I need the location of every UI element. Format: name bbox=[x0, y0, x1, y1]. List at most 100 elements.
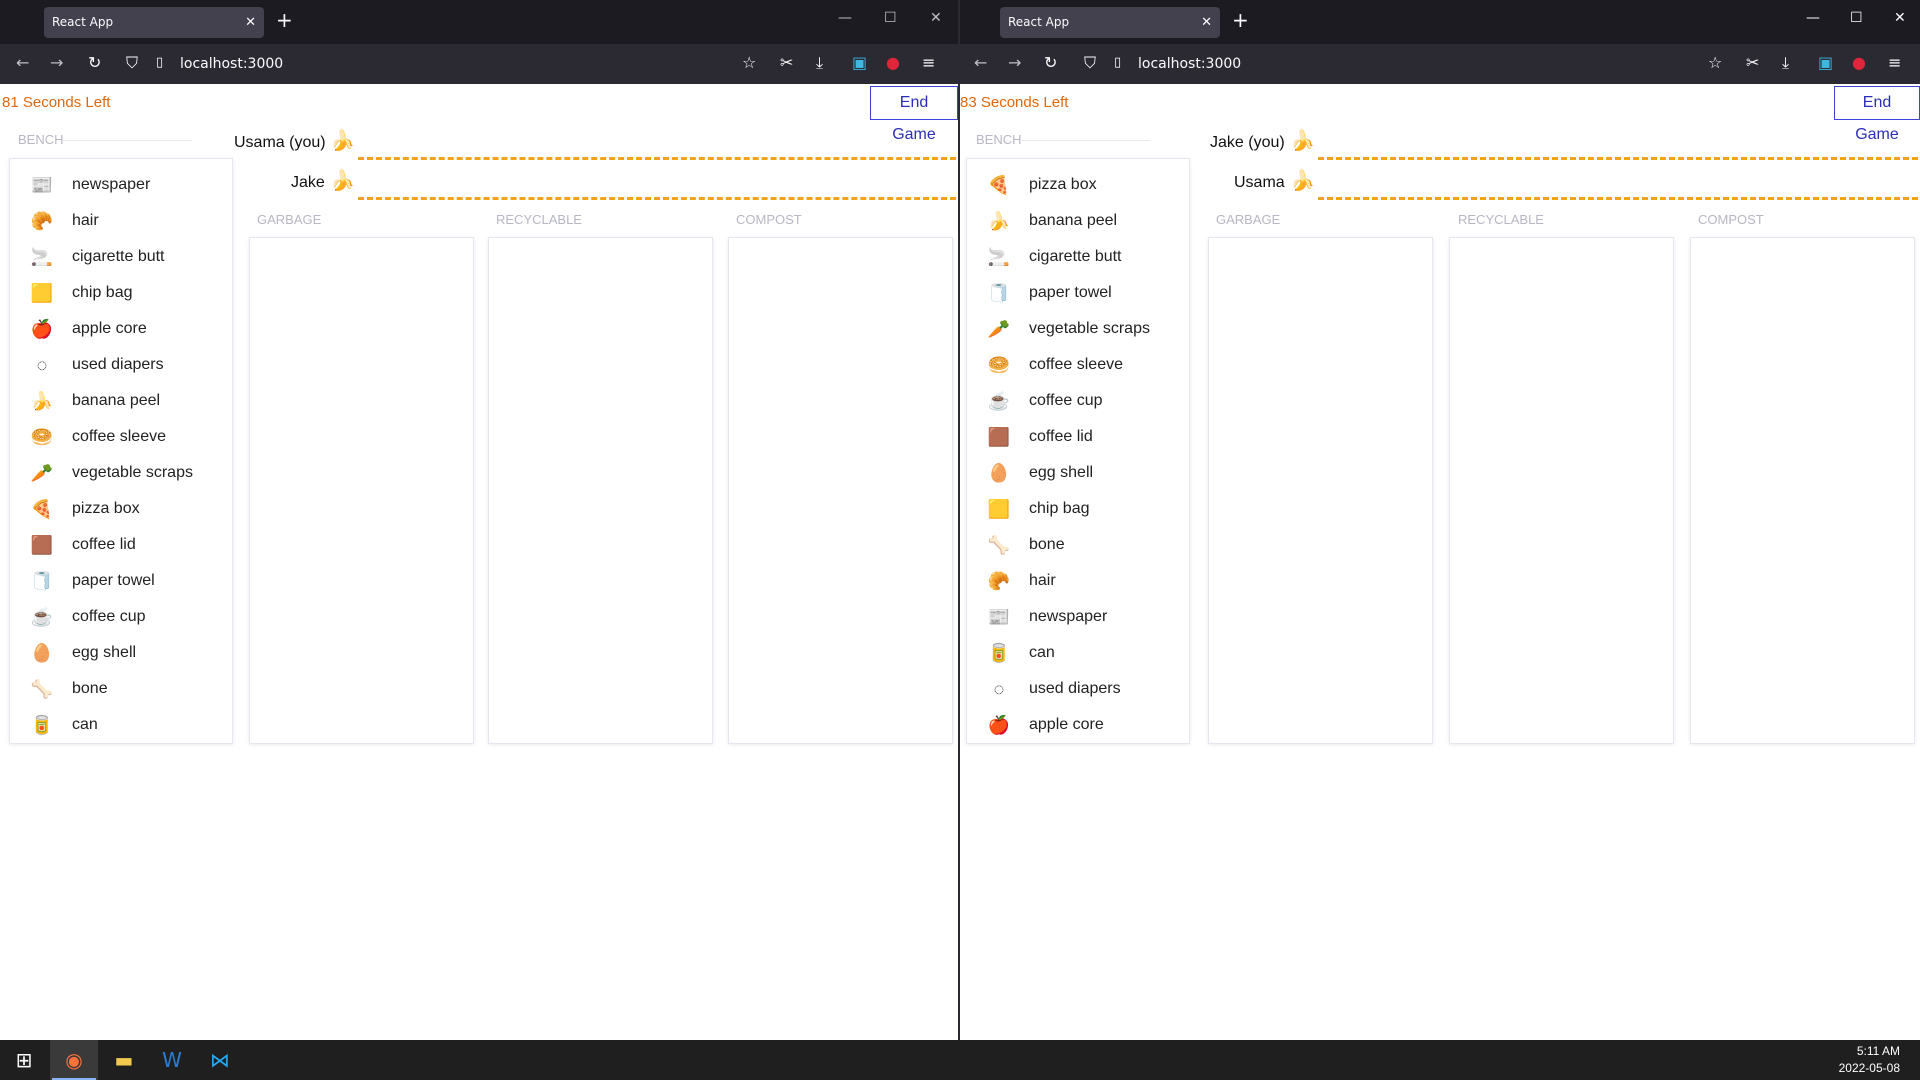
back-icon[interactable]: ← bbox=[974, 53, 987, 72]
bench-item[interactable]: 🥚 egg shell bbox=[967, 455, 1189, 491]
screenshot-icon[interactable]: ✂ bbox=[1746, 53, 1759, 72]
bench-item[interactable]: 🥕 vegetable scraps bbox=[10, 455, 232, 491]
shield-icon[interactable]: ⛉ bbox=[1084, 53, 1096, 73]
bench-item[interactable]: 📰 newspaper bbox=[967, 599, 1189, 635]
shield-icon[interactable]: ⛉ bbox=[126, 53, 138, 73]
menu-icon[interactable]: ≡ bbox=[922, 53, 935, 72]
game-page: 81 Seconds Left End Game BENCH Usama (yo… bbox=[0, 84, 958, 1040]
recyclable-bin[interactable] bbox=[1449, 237, 1674, 744]
bench-item[interactable]: 🧻 paper towel bbox=[10, 563, 232, 599]
bench-item[interactable]: 🟨 chip bag bbox=[967, 491, 1189, 527]
item-label: apple core bbox=[1029, 716, 1104, 733]
url-bar[interactable]: localhost:3000 bbox=[1138, 56, 1241, 72]
bench-item[interactable]: ☕ coffee cup bbox=[10, 599, 232, 635]
item-label: paper towel bbox=[72, 572, 155, 589]
word-icon[interactable]: W bbox=[158, 1046, 186, 1074]
item-label: paper towel bbox=[1029, 284, 1112, 301]
apple-core-icon: 🍎 bbox=[987, 714, 1011, 735]
bench-item[interactable]: 🍌 banana peel bbox=[10, 383, 232, 419]
bench-item[interactable]: ◌ used diapers bbox=[10, 347, 232, 383]
bookmark-star-icon[interactable]: ☆ bbox=[1708, 53, 1722, 72]
file-explorer-icon[interactable]: ▬ bbox=[110, 1046, 138, 1074]
bin-label-compost: COMPOST bbox=[1698, 212, 1764, 227]
garbage-bin[interactable] bbox=[249, 237, 474, 744]
save-extension-icon[interactable]: ▣ bbox=[1818, 53, 1833, 72]
close-window-icon[interactable]: ✕ bbox=[1894, 10, 1906, 26]
bench-item[interactable]: 🚬 cigarette butt bbox=[967, 239, 1189, 275]
compost-bin[interactable] bbox=[728, 237, 953, 744]
bench-item[interactable]: 🚬 cigarette butt bbox=[10, 239, 232, 275]
menu-icon[interactable]: ≡ bbox=[1888, 53, 1901, 72]
player-name: Jake bbox=[291, 174, 325, 191]
close-window-icon[interactable]: ✕ bbox=[930, 10, 942, 26]
bench-item[interactable]: 🍌 banana peel bbox=[967, 203, 1189, 239]
bench-item[interactable]: 🥫 can bbox=[10, 707, 232, 743]
browser-tab[interactable]: React App ✕ bbox=[1000, 7, 1220, 38]
minimize-icon[interactable]: — bbox=[1806, 10, 1820, 26]
minimize-icon[interactable]: — bbox=[838, 10, 852, 26]
bench-list: 📰 newspaper 🥐 hair 🚬 cigarette butt 🟨 chip b… bbox=[9, 158, 233, 744]
can-icon: 🥫 bbox=[987, 642, 1011, 663]
bench-item[interactable]: 🍎 apple core bbox=[967, 707, 1189, 743]
garbage-bin[interactable] bbox=[1208, 237, 1433, 744]
new-tab-icon[interactable]: + bbox=[1232, 8, 1249, 32]
item-label: chip bag bbox=[1029, 500, 1090, 517]
record-extension-icon[interactable]: ● bbox=[1852, 53, 1866, 72]
compost-bin[interactable] bbox=[1690, 237, 1915, 744]
end-game-button[interactable]: End Game bbox=[870, 86, 958, 143]
maximize-icon[interactable]: ☐ bbox=[1850, 10, 1863, 26]
bench-item[interactable]: 📰 newspaper bbox=[10, 167, 232, 203]
maximize-icon[interactable]: ☐ bbox=[884, 10, 897, 26]
bench-item[interactable]: 🟫 coffee lid bbox=[10, 527, 232, 563]
system-clock[interactable]: 5:11 AM 2022-05-08 bbox=[1839, 1043, 1900, 1077]
bench-item[interactable]: 🦴 bone bbox=[967, 527, 1189, 563]
bench-item[interactable]: 🥚 egg shell bbox=[10, 635, 232, 671]
start-icon[interactable]: ⊞ bbox=[10, 1046, 38, 1074]
close-tab-icon[interactable]: ✕ bbox=[245, 7, 256, 38]
diaper-icon: ◌ bbox=[36, 354, 48, 375]
download-icon[interactable]: ⤓ bbox=[816, 53, 823, 73]
bench-item[interactable]: 🥯 coffee sleeve bbox=[10, 419, 232, 455]
bench-item[interactable]: 🦴 bone bbox=[10, 671, 232, 707]
url-bar[interactable]: localhost:3000 bbox=[180, 56, 283, 72]
vscode-icon[interactable]: ⋈ bbox=[206, 1046, 234, 1074]
bookmark-star-icon[interactable]: ☆ bbox=[742, 53, 756, 72]
bench-item[interactable]: 🍕 pizza box bbox=[10, 491, 232, 527]
game-page: 83 Seconds Left End Game BENCH Jake (you… bbox=[960, 84, 1920, 1040]
reload-icon[interactable]: ↻ bbox=[88, 53, 101, 72]
bench-item[interactable]: 🍕 pizza box bbox=[967, 167, 1189, 203]
tab-title: React App bbox=[52, 15, 114, 29]
bench-item[interactable]: 🥕 vegetable scraps bbox=[967, 311, 1189, 347]
bench-item[interactable]: ☕ coffee cup bbox=[967, 383, 1189, 419]
screenshot-icon[interactable]: ✂ bbox=[780, 53, 793, 72]
forward-icon[interactable]: → bbox=[1008, 53, 1021, 72]
item-label: coffee lid bbox=[72, 536, 136, 553]
download-icon[interactable]: ⤓ bbox=[1782, 53, 1789, 73]
end-game-button[interactable]: End Game bbox=[1834, 86, 1920, 143]
bench-item[interactable]: 🍎 apple core bbox=[10, 311, 232, 347]
browser-tab[interactable]: React App ✕ bbox=[44, 7, 264, 38]
bench-item[interactable]: 🟫 coffee lid bbox=[967, 419, 1189, 455]
record-extension-icon[interactable]: ● bbox=[886, 53, 900, 72]
newspaper-icon: 📰 bbox=[987, 606, 1011, 627]
bench-item[interactable]: 🟨 chip bag bbox=[10, 275, 232, 311]
firefox-icon[interactable]: ◉ bbox=[60, 1046, 88, 1074]
bench-item[interactable]: 🥫 can bbox=[967, 635, 1189, 671]
item-label: vegetable scraps bbox=[72, 464, 193, 481]
bench-item[interactable]: 🧻 paper towel bbox=[967, 275, 1189, 311]
bench-item[interactable]: 🥐 hair bbox=[967, 563, 1189, 599]
bench-item[interactable]: ◌ used diapers bbox=[967, 671, 1189, 707]
close-tab-icon[interactable]: ✕ bbox=[1201, 7, 1212, 38]
timer-text: 81 Seconds Left bbox=[2, 94, 111, 111]
banana-icon: 🍌 bbox=[1290, 128, 1315, 152]
new-tab-icon[interactable]: + bbox=[276, 8, 293, 32]
back-icon[interactable]: ← bbox=[16, 53, 29, 72]
pizza-box-icon: 🍕 bbox=[987, 174, 1011, 195]
bench-item[interactable]: 🥯 coffee sleeve bbox=[967, 347, 1189, 383]
reload-icon[interactable]: ↻ bbox=[1044, 53, 1057, 72]
save-extension-icon[interactable]: ▣ bbox=[852, 53, 867, 72]
bench-item[interactable]: 🥐 hair bbox=[10, 203, 232, 239]
forward-icon[interactable]: → bbox=[50, 53, 63, 72]
recyclable-bin[interactable] bbox=[488, 237, 713, 744]
item-label: hair bbox=[72, 212, 99, 229]
